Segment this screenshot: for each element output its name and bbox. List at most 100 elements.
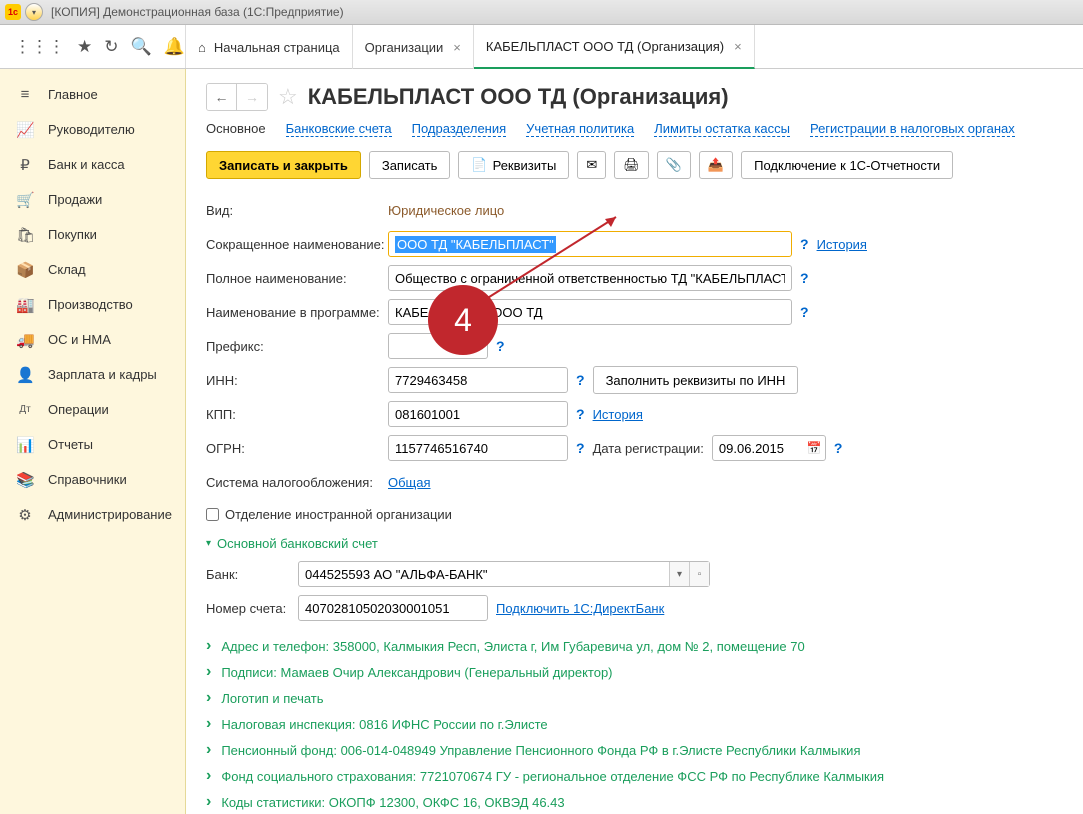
help-icon[interactable]: ? [496,338,505,354]
fill-by-inn-button[interactable]: Заполнить реквизиты по ИНН [593,366,799,394]
expand-taxoffice[interactable]: Налоговая инспекция: 0816 ИФНС России по… [206,711,1063,737]
sidebar-item-stock[interactable]: 📦Склад [0,252,185,287]
expand-address[interactable]: Адрес и телефон: 358000, Калмыкия Респ, … [206,633,1063,659]
open-icon[interactable]: ▫ [689,562,709,586]
account-input[interactable] [298,595,488,621]
subtab-tax-registrations[interactable]: Регистрации в налоговых органах [810,121,1015,137]
print-button[interactable]: 🖨 [614,151,649,179]
row-kind: Вид: Юридическое лицо [206,193,1063,227]
sidebar-item-sales[interactable]: 🛒Продажи [0,182,185,217]
requisites-button[interactable]: 📄Реквизиты [458,151,569,179]
expand-stats[interactable]: Коды статистики: ОКОПФ 12300, ОКФС 16, О… [206,789,1063,814]
sidebar-item-bank[interactable]: ₽Банк и касса [0,147,185,182]
sidebar-item-reports[interactable]: 📊Отчеты [0,427,185,462]
subtab-cash-limits[interactable]: Лимиты остатка кассы [654,121,790,137]
help-icon[interactable]: ? [576,440,585,456]
tab-bar: ⌂ Начальная страница Организации × КАБЕЛ… [186,25,755,69]
window-title: [КОПИЯ] Демонстрационная база (1С:Предпр… [51,5,344,19]
bank-select[interactable]: ▾ ▫ [298,561,710,587]
page-header: ← → ☆ КАБЕЛЬПЛАСТ ООО ТД (Организация) [206,83,1063,111]
close-icon[interactable]: × [453,40,461,55]
bank-input[interactable] [299,562,669,586]
reg-date-field[interactable]: 📅 [712,435,826,461]
connect-reporting-button[interactable]: Подключение к 1С-Отчетности [741,151,953,179]
expand-signatures[interactable]: Подписи: Мамаев Очир Александрович (Гене… [206,659,1063,685]
expand-label: Логотип и печать [221,691,323,706]
quick-toolbar: ⋮⋮⋮ ★ ↻ 🔍 🔔 [0,25,186,68]
ogrn-input[interactable] [388,435,568,461]
tab-home[interactable]: ⌂ Начальная страница [186,25,353,69]
close-icon[interactable]: × [734,39,742,54]
star-icon[interactable]: ★ [77,37,92,57]
top-area: ⋮⋮⋮ ★ ↻ 🔍 🔔 ⌂ Начальная страница Организ… [0,25,1083,69]
tax-system-link[interactable]: Общая [388,475,431,490]
calendar-icon[interactable]: 📅 [803,441,825,455]
apps-icon[interactable]: ⋮⋮⋮ [14,37,65,57]
history-link[interactable]: История [593,407,643,422]
help-icon[interactable]: ? [834,440,843,456]
help-icon[interactable]: ? [800,236,809,252]
subtab-main[interactable]: Основное [206,121,266,137]
tab-org-detail[interactable]: КАБЕЛЬПЛАСТ ООО ТД (Организация) × [474,25,755,69]
menu-icon: ≡ [16,86,34,103]
favorite-star-icon[interactable]: ☆ [278,84,298,110]
inn-input[interactable] [388,367,568,393]
history-icon[interactable]: ↻ [104,37,118,57]
nav-back-button[interactable]: ← [207,84,237,110]
gear-icon: ⚙ [16,506,34,524]
expand-label: Фонд социального страхования: 7721070674… [221,769,884,784]
expand-social[interactable]: Фонд социального страхования: 7721070674… [206,763,1063,789]
sidebar-item-hr[interactable]: 👤Зарплата и кадры [0,357,185,392]
sidebar-item-purchases[interactable]: 🛍Покупки [0,217,185,252]
nav-back-forward: ← → [206,83,268,111]
attach-button[interactable]: 📎 [657,151,691,179]
kpp-label: КПП: [206,407,388,422]
reg-date-label: Дата регистрации: [593,441,704,456]
app-menu-dropdown[interactable]: ▾ [25,3,43,21]
subtab-bank-accounts[interactable]: Банковские счета [286,121,392,137]
bell-icon[interactable]: 🔔 [164,37,185,57]
help-icon[interactable]: ? [800,304,809,320]
ruble-icon: ₽ [16,156,34,174]
foreign-checkbox[interactable] [206,508,219,521]
expand-label: Подписи: Мамаев Очир Александрович (Гене… [221,665,612,680]
search-icon[interactable]: 🔍 [131,37,152,57]
reg-date-input[interactable] [713,436,803,460]
export-button[interactable]: 📤 [699,151,733,179]
tab-organizations[interactable]: Организации × [353,25,474,69]
expand-logo[interactable]: Логотип и печать [206,685,1063,711]
help-icon[interactable]: ? [800,270,809,286]
expand-label: Налоговая инспекция: 0816 ИФНС России по… [221,717,547,732]
sidebar-label: Главное [48,87,98,102]
sidebar-item-production[interactable]: 🏭Производство [0,287,185,322]
email-button[interactable]: ✉ [577,151,606,179]
cart-icon: 🛒 [16,191,34,209]
row-tax-system: Система налогообложения: Общая [206,465,1063,499]
inn-label: ИНН: [206,373,388,388]
write-and-close-button[interactable]: Записать и закрыть [206,151,361,179]
write-button[interactable]: Записать [369,151,451,179]
section-bank-account[interactable]: Основной банковский счет [206,529,1063,557]
row-short-name: Сокращенное наименование: ООО ТД "КАБЕЛЬ… [206,227,1063,261]
help-icon[interactable]: ? [576,406,585,422]
sidebar-item-catalogs[interactable]: 📚Справочники [0,462,185,497]
short-name-input[interactable]: ООО ТД "КАБЕЛЬПЛАСТ" [388,231,792,257]
dropdown-icon[interactable]: ▾ [669,562,689,586]
kpp-input[interactable] [388,401,568,427]
sidebar-item-os-nma[interactable]: 🚚ОС и НМА [0,322,185,357]
sidebar-label: Производство [48,297,133,312]
nav-forward-button[interactable]: → [237,84,267,110]
sidebar-item-operations[interactable]: ДтОперации [0,392,185,427]
tab-detail-label: КАБЕЛЬПЛАСТ ООО ТД (Организация) [486,39,724,54]
kind-label: Вид: [206,203,388,218]
sidebar-label: Зарплата и кадры [48,367,157,382]
expand-pension[interactable]: Пенсионный фонд: 006-014-048949 Управлен… [206,737,1063,763]
help-icon[interactable]: ? [576,372,585,388]
directbank-link[interactable]: Подключить 1С:ДиректБанк [496,601,664,616]
subtab-departments[interactable]: Подразделения [412,121,507,137]
sidebar-item-admin[interactable]: ⚙Администрирование [0,497,185,532]
subtab-policy[interactable]: Учетная политика [526,121,634,137]
history-link[interactable]: История [817,237,867,252]
sidebar-item-main[interactable]: ≡ Главное [0,77,185,112]
sidebar-item-manager[interactable]: 📈Руководителю [0,112,185,147]
